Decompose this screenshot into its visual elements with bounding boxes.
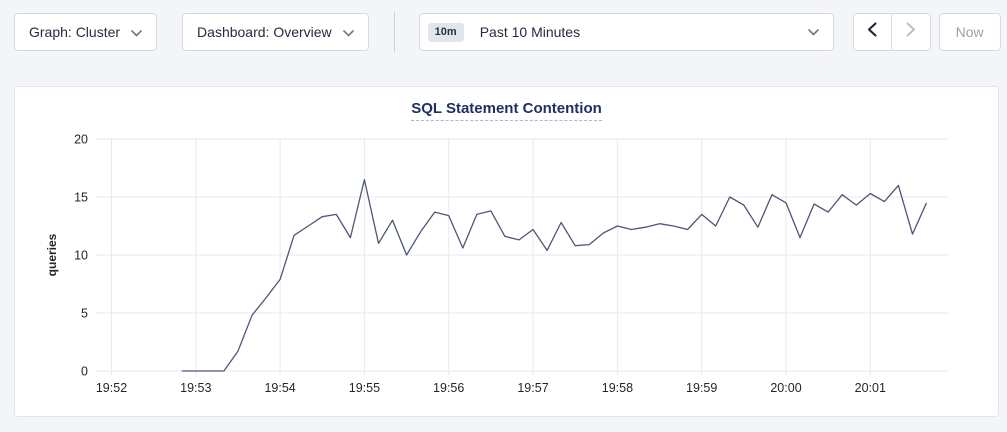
data-series-line xyxy=(182,180,927,371)
graph-dropdown[interactable]: Graph: Cluster xyxy=(14,13,157,51)
chart-title-row: SQL Statement Contention xyxy=(15,100,998,121)
y-tick-label: 10 xyxy=(74,249,88,263)
time-range-selector[interactable]: 10m Past 10 Minutes xyxy=(419,13,834,51)
y-tick-label: 15 xyxy=(74,191,88,205)
x-tick-label: 20:01 xyxy=(855,381,886,395)
x-tick-label: 20:00 xyxy=(770,381,801,395)
x-tick-label: 19:59 xyxy=(686,381,717,395)
x-tick-label: 19:54 xyxy=(264,381,295,395)
chevron-left-icon xyxy=(867,22,877,42)
chevron-down-icon xyxy=(808,29,819,36)
toolbar-divider xyxy=(394,12,395,52)
x-tick-label: 19:58 xyxy=(602,381,633,395)
now-button[interactable]: Now xyxy=(939,13,1001,51)
x-tick-label: 19:53 xyxy=(180,381,211,395)
x-tick-label: 19:55 xyxy=(349,381,380,395)
now-button-label: Now xyxy=(956,24,984,40)
y-axis-label: queries xyxy=(45,233,59,276)
chevron-down-icon xyxy=(343,24,354,40)
dashboard-dropdown[interactable]: Dashboard: Overview xyxy=(182,13,369,51)
time-nav-group xyxy=(853,13,931,51)
time-next-button[interactable] xyxy=(892,14,930,50)
time-range-badge: 10m xyxy=(428,23,464,42)
x-tick-label: 19:56 xyxy=(433,381,464,395)
x-tick-label: 19:57 xyxy=(517,381,548,395)
y-tick-label: 0 xyxy=(81,365,88,379)
graph-dropdown-label: Graph: Cluster xyxy=(29,24,120,40)
time-range-label: Past 10 Minutes xyxy=(480,24,580,40)
time-prev-button[interactable] xyxy=(854,14,892,50)
toolbar: Graph: Cluster Dashboard: Overview 10m P… xyxy=(0,0,1007,51)
y-tick-label: 20 xyxy=(74,133,88,147)
sql-statement-contention-chart[interactable]: 0 5 10 15 20 19:52 19:53 19:54 19:55 19:56 19:57 19… xyxy=(15,87,998,416)
x-tick-label: 19:52 xyxy=(96,381,127,395)
chevron-down-icon xyxy=(131,24,142,40)
chart-panel: 0 5 10 15 20 19:52 19:53 19:54 19:55 19:56 19:57 19… xyxy=(14,86,999,417)
dashboard-dropdown-label: Dashboard: Overview xyxy=(197,24,332,40)
chart-title: SQL Statement Contention xyxy=(411,100,602,121)
y-tick-label: 5 xyxy=(81,307,88,321)
chevron-right-icon xyxy=(906,22,916,42)
